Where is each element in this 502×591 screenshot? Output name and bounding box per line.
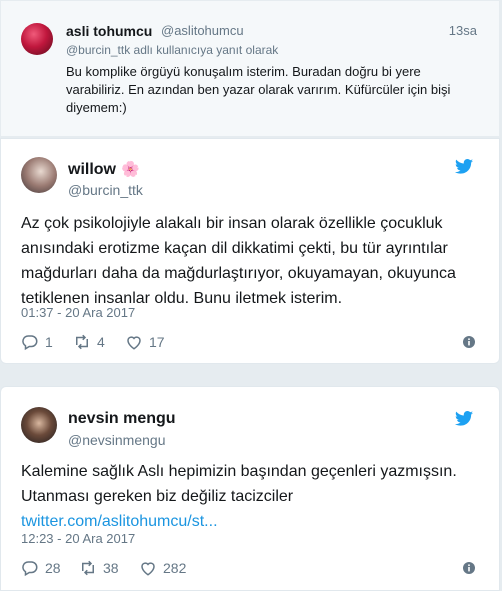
reply-action[interactable]: 1 (21, 333, 53, 351)
author-handle[interactable]: @nevsinmengu (68, 432, 166, 448)
author-handle[interactable]: @aslitohumcu (161, 23, 244, 38)
replying-to: @burcin_ttk adlı kullanıcıya yanıt olara… (66, 43, 279, 57)
retweet-icon (82, 560, 94, 576)
avatar[interactable] (21, 157, 57, 193)
retweet-count: 4 (97, 334, 105, 350)
tweet-timestamp[interactable]: 12:23 - 20 Ara 2017 (21, 531, 135, 546)
author-name[interactable]: willow 🌸 (68, 160, 140, 179)
tweet-timestamp[interactable]: 01:37 - 20 Ara 2017 (21, 305, 135, 320)
tweet-link[interactable]: twitter.com/aslitohumcu/st... (21, 513, 218, 530)
author-handle[interactable]: @burcin_ttk (68, 182, 143, 198)
retweet-action[interactable]: 38 (79, 559, 119, 577)
author-name[interactable]: asli tohumcu (66, 23, 152, 39)
tweet-actions: 1 4 17 (21, 333, 479, 353)
retweet-count: 38 (103, 560, 119, 576)
reply-count: 1 (45, 334, 53, 350)
reply-action[interactable]: 28 (21, 559, 61, 577)
embedded-tweet-card[interactable]: willow 🌸 @burcin_ttk Az çok psikolojiyle … (0, 138, 500, 364)
author-name-text: willow (68, 161, 116, 178)
info-icon[interactable] (463, 562, 475, 574)
reply-icon (22, 335, 38, 351)
avatar[interactable] (21, 407, 57, 443)
like-count: 282 (163, 560, 187, 576)
tweet-body: Kalemine sağlık Aslı hepimizin başından … (21, 459, 481, 534)
reply-tweet-card[interactable]: asli tohumcu @aslitohumcu 13sa @burcin_t… (0, 0, 500, 137)
twitter-bird-icon[interactable] (455, 159, 473, 174)
like-icon (127, 336, 141, 350)
author-name[interactable]: nevsin mengu (68, 410, 176, 428)
like-icon (141, 562, 155, 576)
retweet-action[interactable]: 4 (73, 333, 105, 351)
like-action[interactable]: 17 (125, 333, 165, 351)
like-action[interactable]: 282 (139, 559, 186, 577)
tweet-text: Kalemine sağlık Aslı hepimizin başından … (21, 463, 457, 505)
tweet-text: Az çok psikolojiyle alakalı bir insan ol… (21, 215, 456, 307)
reply-icon (22, 561, 38, 577)
like-count: 17 (149, 334, 165, 350)
tweet-text: Bu komplike örgüyü konuşalım isterim. Bu… (66, 64, 451, 115)
info-icon[interactable] (463, 336, 475, 348)
twitter-bird-icon[interactable] (455, 411, 473, 426)
flower-emoji: 🌸 (121, 161, 140, 178)
tweet-time[interactable]: 13sa (449, 23, 477, 38)
embedded-tweet-card[interactable]: nevsin mengu @nevsinmengu Kalemine sağlı… (0, 386, 500, 591)
reply-count: 28 (45, 560, 61, 576)
tweet-actions: 28 38 282 (21, 559, 479, 579)
retweet-icon (76, 334, 88, 350)
avatar[interactable] (21, 23, 53, 55)
